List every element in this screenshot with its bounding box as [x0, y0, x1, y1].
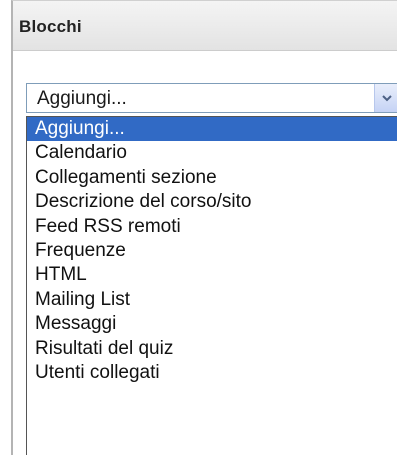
block-title: Blocchi [19, 17, 82, 36]
chevron-down-icon[interactable] [374, 84, 397, 112]
dropdown-option[interactable]: HTML [27, 263, 397, 287]
dropdown-option[interactable]: Feed RSS remoti [27, 215, 397, 239]
dropdown-option[interactable]: Mailing List [27, 288, 397, 312]
select-value: Aggiungi... [37, 88, 127, 109]
dropdown-option[interactable]: Utenti collegati [27, 361, 397, 385]
blocks-panel: Blocchi Aggiungi... Aggiungi... Calendar… [11, 0, 397, 455]
dropdown-option[interactable]: Aggiungi... [27, 117, 397, 142]
dropdown-option[interactable]: Calendario [27, 141, 397, 165]
add-block-select[interactable]: Aggiungi... [26, 83, 397, 113]
block-header: Blocchi [13, 1, 397, 51]
dropdown-option[interactable]: Collegamenti sezione [27, 166, 397, 190]
dropdown-option[interactable]: Descrizione del corso/sito [27, 190, 397, 214]
dropdown-option[interactable]: Messaggi [27, 312, 397, 336]
dropdown-option[interactable]: Frequenze [27, 239, 397, 263]
dropdown-option[interactable]: Risultati del quiz [27, 337, 397, 361]
add-block-dropdown-list: Aggiungi... Calendario Collegamenti sezi… [26, 116, 397, 455]
